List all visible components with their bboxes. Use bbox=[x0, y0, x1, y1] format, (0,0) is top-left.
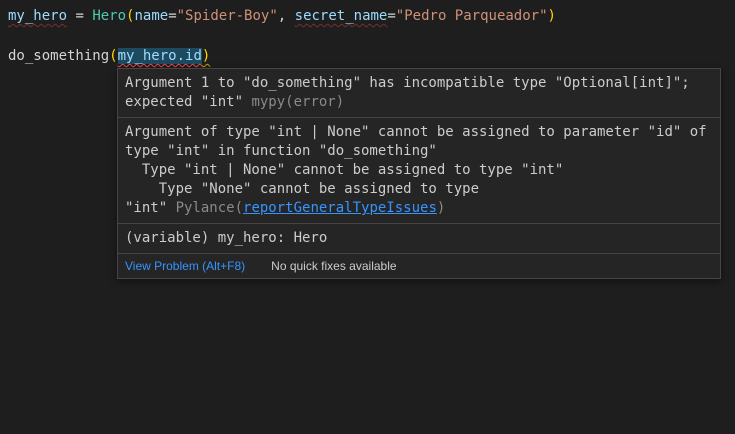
tooltip-line: expected "int" mypy(error) bbox=[125, 93, 713, 112]
code-token: , bbox=[278, 8, 295, 24]
code-token: "Spider-Boy" bbox=[177, 8, 278, 24]
code-token: = bbox=[387, 8, 395, 24]
code-line[interactable]: do_something(my_hero.id) bbox=[8, 46, 735, 66]
tooltip-token: Type "None" cannot be assigned to type bbox=[125, 181, 479, 197]
code-token: = bbox=[67, 8, 92, 24]
code-token: my_hero.id bbox=[118, 48, 202, 64]
tooltip-token: Type "int | None" cannot be assigned to … bbox=[125, 162, 563, 178]
tooltip-token: (variable) my_hero: Hero bbox=[125, 230, 327, 246]
code-line[interactable] bbox=[8, 26, 735, 46]
tooltip-line: "int" Pylance(reportGeneralTypeIssues) bbox=[125, 199, 713, 218]
pylance-diagnostic: Argument of type "int | None" cannot be … bbox=[118, 118, 720, 224]
tooltip-line: Type "None" cannot be assigned to type bbox=[125, 180, 713, 199]
tooltip-token: Argument of type "int | None" cannot be … bbox=[125, 124, 707, 140]
tooltip-line: Argument of type "int | None" cannot be … bbox=[125, 123, 713, 142]
code-token: my_hero bbox=[8, 8, 67, 24]
code-token: name bbox=[134, 8, 168, 24]
code-area[interactable]: my_hero = Hero(name="Spider-Boy", secret… bbox=[8, 6, 735, 66]
code-line[interactable]: my_hero = Hero(name="Spider-Boy", secret… bbox=[8, 6, 735, 26]
hover-footer: View Problem (Alt+F8) No quick fixes ava… bbox=[118, 254, 720, 278]
code-token: ( bbox=[109, 48, 117, 64]
tooltip-token: expected "int" bbox=[125, 94, 251, 110]
code-token: "Pedro Parqueador" bbox=[396, 8, 548, 24]
tooltip-line: Argument 1 to "do_something" has incompa… bbox=[125, 74, 713, 93]
pylance-rule-link[interactable]: reportGeneralTypeIssues bbox=[243, 200, 437, 216]
code-token: ) bbox=[202, 48, 210, 64]
tooltip-token: ) bbox=[437, 200, 445, 216]
tooltip-token: "int" bbox=[125, 200, 176, 216]
code-token: do_something bbox=[8, 48, 109, 64]
mypy-diagnostic: Argument 1 to "do_something" has incompa… bbox=[118, 69, 720, 118]
code-token: = bbox=[168, 8, 176, 24]
code-token: Hero bbox=[92, 8, 126, 24]
tooltip-line: (variable) my_hero: Hero bbox=[125, 229, 713, 248]
tooltip-line: type "int" in function "do_something" bbox=[125, 142, 713, 161]
code-token: secret_name bbox=[295, 8, 388, 24]
code-token: ) bbox=[548, 8, 556, 24]
tooltip-token: Argument 1 to "do_something" has incompa… bbox=[125, 75, 690, 91]
view-problem-link[interactable]: View Problem (Alt+F8) bbox=[125, 258, 245, 274]
tooltip-token: mypy(error) bbox=[251, 94, 344, 110]
quick-fix-status: No quick fixes available bbox=[271, 258, 396, 274]
symbol-info: (variable) my_hero: Hero bbox=[118, 224, 720, 254]
tooltip-token: type "int" in function "do_something" bbox=[125, 143, 437, 159]
tooltip-token: Pylance( bbox=[176, 200, 243, 216]
tooltip-line: Type "int | None" cannot be assigned to … bbox=[125, 161, 713, 180]
error-hover-tooltip: Argument 1 to "do_something" has incompa… bbox=[117, 68, 721, 279]
